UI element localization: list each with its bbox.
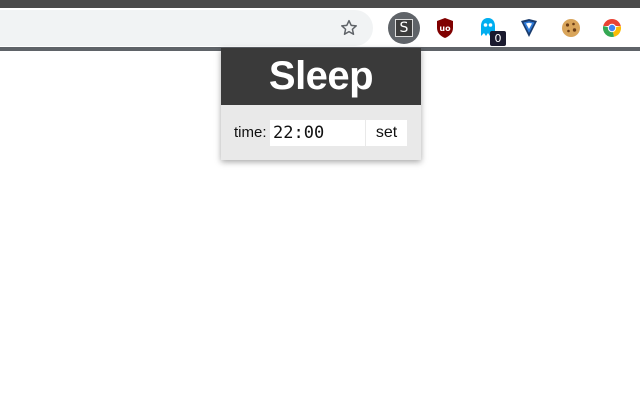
shield-extension-icon[interactable] [515,14,543,42]
ublock-glyph: uo [439,24,451,33]
popup-header: Sleep [221,48,421,105]
address-bar[interactable] [0,10,373,46]
chrome-remote-icon[interactable] [598,14,626,42]
sleep-extension-icon[interactable]: S [388,12,420,44]
tab-strip [0,0,640,8]
popup-title: Sleep [268,54,374,98]
set-button[interactable]: set [366,120,407,146]
ublock-origin-icon[interactable]: uo [431,14,459,42]
sleep-extension-glyph: S [395,19,413,37]
ghostery-badge: 0 [490,31,506,46]
cookie-icon[interactable] [557,14,585,42]
popup-body: time: set [221,105,421,160]
browser-toolbar: S uo 0 [0,0,640,52]
time-input[interactable] [270,120,365,146]
bookmark-star-icon[interactable] [337,16,361,40]
sleep-popup: Sleep time: set [221,48,421,160]
time-label: time: [234,124,267,141]
